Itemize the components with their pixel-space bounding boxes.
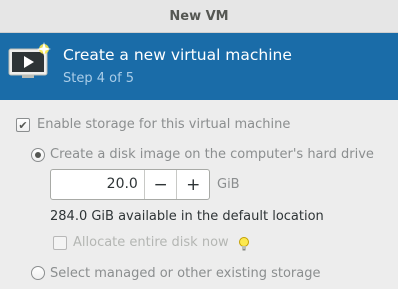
wizard-step: Step 4 of 5 bbox=[63, 71, 135, 86]
lightbulb-icon bbox=[239, 237, 249, 251]
disk-size-spinbutton[interactable]: 20.0 − + bbox=[50, 169, 210, 200]
wizard-title: Create a new virtual machine bbox=[63, 46, 292, 64]
window-title: New VM bbox=[169, 8, 229, 24]
radio-selected-dot bbox=[35, 152, 41, 158]
managed-storage-label[interactable]: Select managed or other existing storage bbox=[50, 266, 320, 281]
managed-storage-radio[interactable] bbox=[31, 266, 45, 280]
window-titlebar: New VM bbox=[0, 0, 398, 33]
wizard-header: Create a new virtual machine Step 4 of 5 bbox=[0, 33, 398, 100]
available-space-text: 284.0 GiB available in the default locat… bbox=[50, 209, 324, 224]
check-mark-icon: ✔ bbox=[18, 118, 28, 132]
allocate-disk-label[interactable]: Allocate entire disk now bbox=[73, 235, 229, 250]
computer-icon bbox=[8, 42, 51, 78]
increment-button[interactable]: + bbox=[176, 170, 209, 199]
create-disk-label[interactable]: Create a disk image on the computer's ha… bbox=[50, 147, 374, 162]
create-disk-radio[interactable] bbox=[31, 148, 45, 162]
enable-storage-label[interactable]: Enable storage for this virtual machine bbox=[37, 117, 290, 132]
decrement-button[interactable]: − bbox=[143, 170, 177, 199]
enable-storage-checkbox[interactable]: ✔ bbox=[16, 118, 30, 132]
disk-size-unit: GiB bbox=[217, 177, 240, 192]
disk-size-input[interactable]: 20.0 bbox=[51, 170, 144, 199]
allocate-disk-checkbox[interactable] bbox=[53, 236, 67, 250]
